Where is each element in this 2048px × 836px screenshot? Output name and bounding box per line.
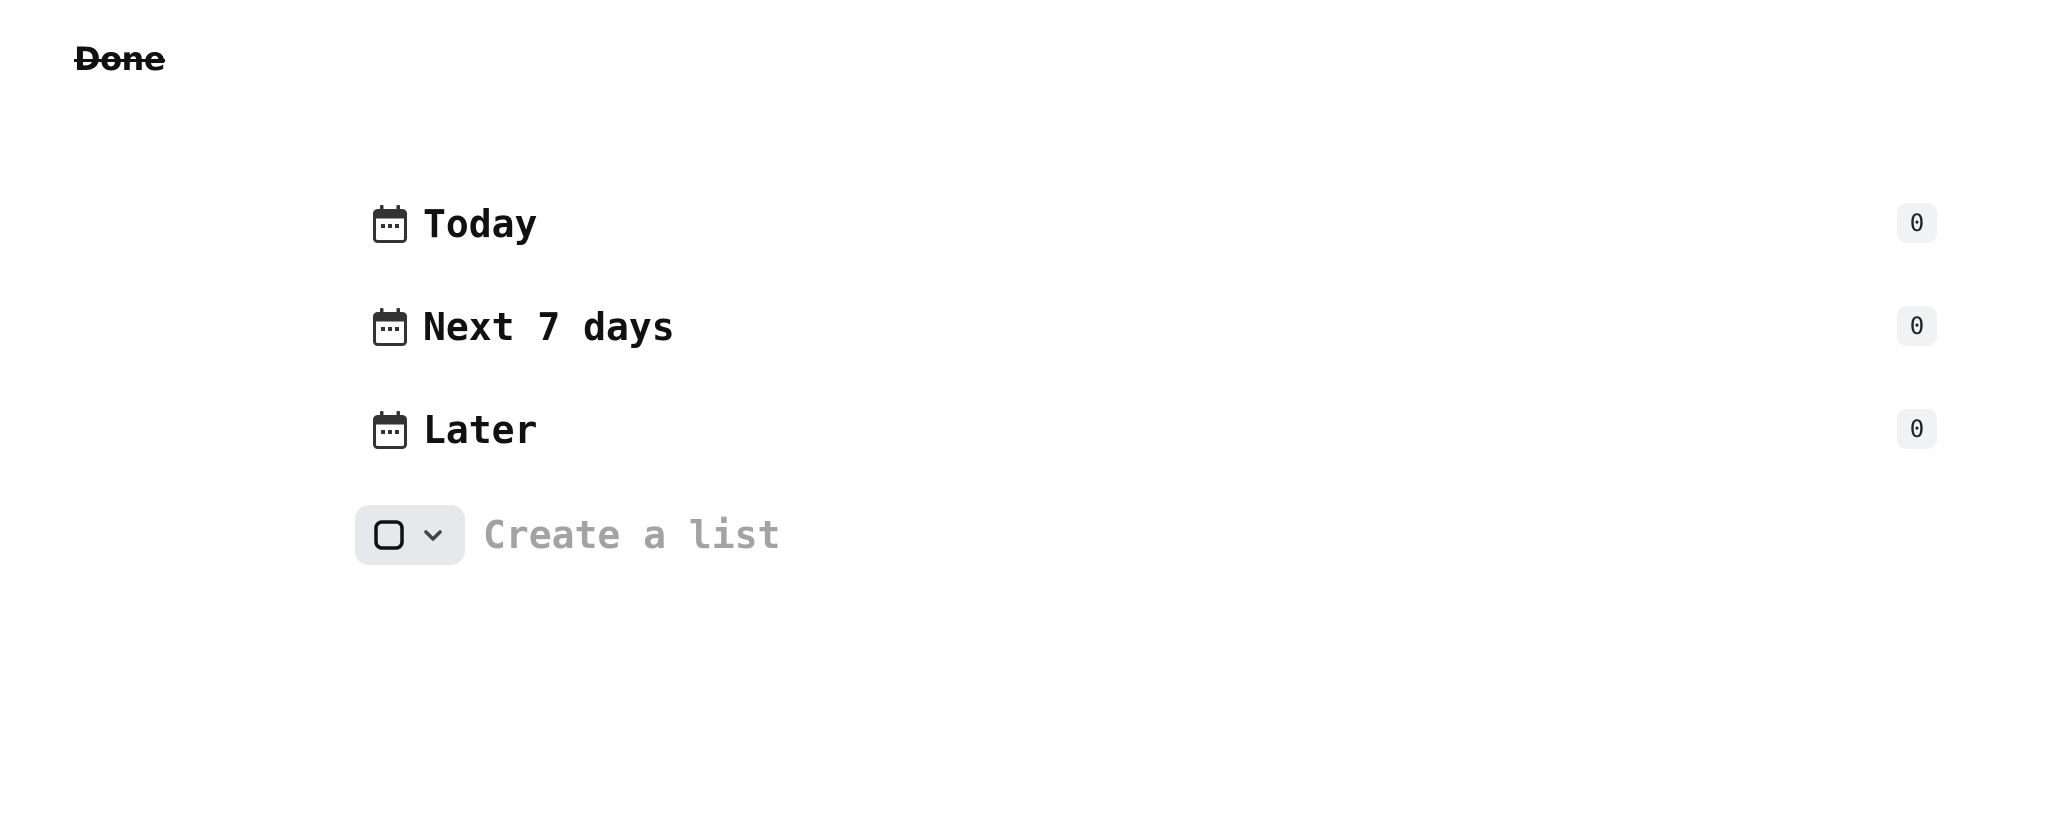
create-list-input[interactable] bbox=[483, 509, 1283, 561]
calendar-icon bbox=[373, 411, 407, 449]
list-item-later[interactable]: Later 0 bbox=[355, 396, 1937, 499]
smart-lists: Today 0 Next 7 days 0 Later 0 bbox=[355, 190, 1937, 499]
calendar-icon bbox=[373, 308, 407, 346]
calendar-icon bbox=[373, 205, 407, 243]
list-item-label: Later bbox=[423, 408, 538, 452]
list-item-label: Today bbox=[423, 202, 538, 246]
list-item-today[interactable]: Today 0 bbox=[355, 190, 1937, 293]
list-type-picker-button[interactable] bbox=[355, 505, 465, 565]
checkbox-square-icon bbox=[374, 520, 404, 550]
list-item-next-7-days[interactable]: Next 7 days 0 bbox=[355, 293, 1937, 396]
count-badge: 0 bbox=[1897, 409, 1937, 449]
app-logo[interactable]: Done bbox=[74, 40, 166, 78]
chevron-down-icon bbox=[424, 530, 442, 541]
create-list-row bbox=[355, 505, 1355, 565]
count-badge: 0 bbox=[1897, 203, 1937, 243]
list-item-label: Next 7 days bbox=[423, 305, 675, 349]
count-badge: 0 bbox=[1897, 306, 1937, 346]
